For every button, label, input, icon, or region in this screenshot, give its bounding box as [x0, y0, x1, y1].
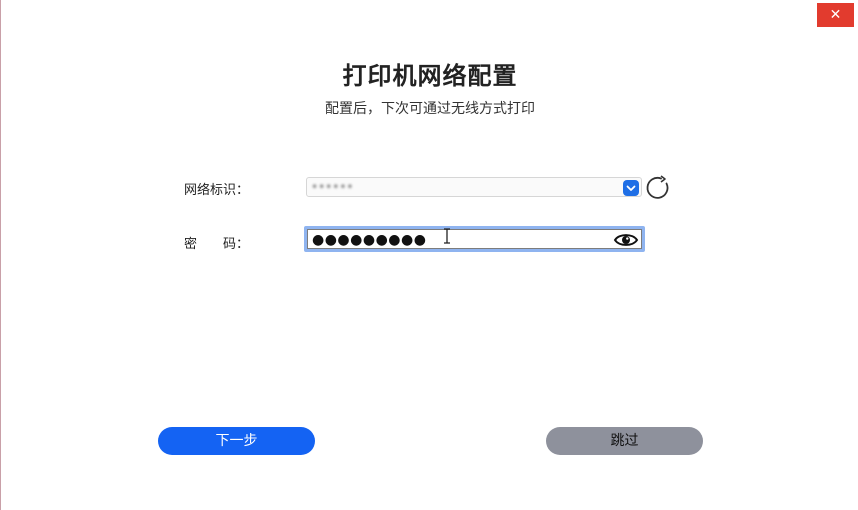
password-masked-value: ●●●●●●●●●: [312, 232, 427, 248]
network-id-value: ••••••: [311, 180, 354, 194]
password-label: 密 码：: [184, 237, 250, 252]
network-id-select[interactable]: ••••••: [306, 177, 642, 197]
close-button[interactable]: ✕: [817, 3, 854, 27]
text-cursor-icon: [442, 228, 452, 244]
printer-network-setup-window: ✕ 打印机网络配置 配置后，下次可通过无线方式打印 网络标识： •••••• 密…: [0, 0, 858, 510]
password-input[interactable]: ●●●●●●●●●: [304, 226, 645, 252]
skip-button[interactable]: 跳过: [546, 427, 703, 455]
chevron-down-icon[interactable]: [623, 180, 639, 196]
eye-icon[interactable]: [613, 231, 639, 249]
next-step-button[interactable]: 下一步: [158, 427, 315, 455]
refresh-icon[interactable]: [646, 175, 672, 201]
page-subtitle: 配置后，下次可通过无线方式打印: [325, 101, 535, 117]
network-id-label: 网络标识：: [184, 183, 250, 198]
page-title: 打印机网络配置: [342, 62, 518, 90]
close-icon: ✕: [829, 7, 842, 23]
